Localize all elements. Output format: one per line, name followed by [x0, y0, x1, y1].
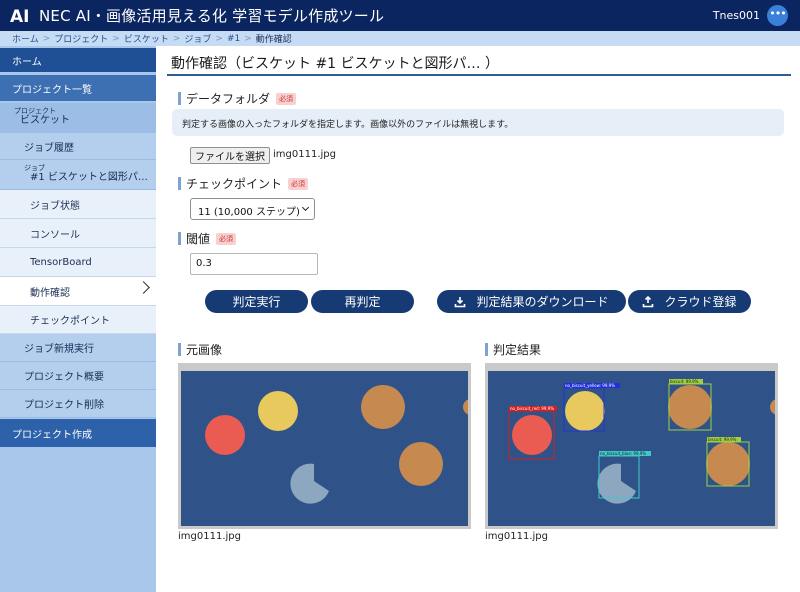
svg-text:biscuit: 99.9%: biscuit: 99.9%: [670, 379, 699, 384]
user-name[interactable]: Tnes001: [713, 9, 760, 22]
sidebar-item-label: ジョブ履歴: [24, 142, 74, 154]
upload-icon: [642, 295, 654, 308]
breadcrumb-jobs[interactable]: ジョブ: [184, 32, 211, 45]
page-title: 動作確認（ビスケット #1 ビスケットと図形パ… ）: [167, 51, 791, 76]
required-badge: 必須: [216, 232, 237, 245]
sidebar-item-label: プロジェクト作成: [12, 429, 92, 441]
checkpoint-selected-value: 11 (10,000 ステップ): [198, 207, 300, 218]
sidebar-item-project-list[interactable]: プロジェクト一覧: [0, 75, 156, 101]
breadcrumb: ホーム > プロジェクト > ビスケット > ジョブ > #1 > 動作確認: [0, 31, 800, 46]
sidebar-item-label: ホーム: [12, 56, 42, 68]
chevron-right-icon: >: [244, 33, 252, 44]
sidebar-item-project-delete[interactable]: プロジェクト削除: [0, 390, 156, 418]
checkpoint-heading: チェックポイント 必須: [178, 175, 309, 192]
sidebar-item-project-create[interactable]: プロジェクト作成: [0, 419, 156, 447]
sidebar-item-console[interactable]: コンソール: [0, 219, 156, 248]
breadcrumb-job[interactable]: #1: [227, 34, 240, 44]
sidebar-item-label: ジョブ新規実行: [24, 344, 94, 355]
download-results-button[interactable]: 判定結果のダウンロード: [437, 290, 626, 313]
chevron-down-icon: [301, 203, 310, 212]
sidebar-item-project[interactable]: プロジェクト ビスケット: [0, 103, 156, 133]
choose-file-button[interactable]: ファイルを選択: [190, 147, 270, 164]
button-label: 判定実行: [232, 295, 281, 309]
sidebar-item-home[interactable]: ホーム: [0, 48, 156, 72]
svg-text:AI: AI: [10, 7, 29, 27]
chevron-right-icon: >: [42, 33, 51, 44]
breadcrumb-project[interactable]: ビスケット: [124, 32, 169, 45]
breadcrumb-home[interactable]: ホーム: [12, 32, 39, 45]
chevron-right-icon: [137, 281, 150, 294]
sidebar-item-label: ジョブ状態: [30, 200, 80, 212]
sidebar-item-label: チェックポイント: [30, 316, 110, 327]
sidebar-item-project-overview[interactable]: プロジェクト概要: [0, 362, 156, 390]
sidebar-item-tensorboard[interactable]: TensorBoard: [0, 248, 156, 277]
sidebar-item-label: 動作確認: [30, 287, 70, 299]
svg-text:biscuit: 99.9%: biscuit: 99.9%: [708, 437, 737, 442]
download-icon: [454, 296, 466, 308]
original-image-caption: img0111.jpg: [178, 531, 241, 542]
original-image-canvas: [181, 371, 468, 526]
checkpoint-label: チェックポイント: [186, 177, 283, 191]
result-image-label: 判定結果: [485, 341, 541, 358]
sidebar-item-job-status[interactable]: ジョブ状態: [0, 190, 156, 219]
sidebar-item-job-history[interactable]: ジョブ履歴: [0, 133, 156, 160]
sidebar-item-caption: ジョブ: [24, 164, 45, 172]
app-header: AI NEC AI・画像活用見える化 学習モデル作成ツール Tnes001 ••…: [0, 0, 800, 31]
sidebar: ホーム プロジェクト一覧 プロジェクト ビスケット ジョブ履歴 ジョブ #1 ビ…: [0, 46, 156, 592]
result-image-caption: img0111.jpg: [485, 531, 548, 542]
threshold-label: 閾値: [186, 232, 211, 246]
result-image: no_biscuit_red: 99.9% no_biscuit_yellow:…: [485, 363, 778, 529]
svg-text:no_biscuit_blue: 99.9%: no_biscuit_blue: 99.9%: [600, 451, 646, 456]
selected-file-name: img0111.jpg: [273, 149, 336, 160]
breadcrumb-current: 動作確認: [255, 35, 292, 45]
app-logo: AI: [9, 5, 31, 27]
sidebar-item-label: ビスケット: [20, 115, 70, 126]
section-label: 元画像: [186, 343, 223, 357]
cloud-register-button[interactable]: クラウド登録: [628, 290, 751, 313]
button-label: 再判定: [344, 295, 381, 309]
sidebar-item-label: プロジェクト概要: [24, 372, 104, 383]
section-label: 判定結果: [493, 343, 542, 357]
sidebar-item-label: TensorBoard: [30, 256, 92, 268]
original-image-label: 元画像: [178, 341, 222, 358]
threshold-input[interactable]: 0.3: [190, 253, 318, 275]
breadcrumb-projects[interactable]: プロジェクト: [54, 32, 108, 45]
sidebar-item-verification[interactable]: 動作確認: [0, 277, 156, 306]
ellipsis-icon: •••: [769, 7, 786, 20]
chevron-right-icon: >: [172, 33, 181, 44]
result-image-canvas: no_biscuit_red: 99.9% no_biscuit_yellow:…: [488, 371, 775, 526]
menu-button[interactable]: •••: [767, 5, 788, 26]
app-title: NEC AI・画像活用見える化 学習モデル作成ツール: [39, 7, 385, 25]
sidebar-item-label: プロジェクト一覧: [12, 84, 92, 96]
threshold-heading: 閾値 必須: [178, 230, 237, 247]
sidebar-item-label: #1 ビスケットと図形パ…: [30, 172, 148, 183]
checkpoint-select[interactable]: 11 (10,000 ステップ): [190, 198, 315, 220]
required-badge: 必須: [288, 177, 309, 190]
sidebar-item-job[interactable]: ジョブ #1 ビスケットと図形パ…: [0, 160, 156, 190]
svg-text:no_biscuit_yellow: 99.9%: no_biscuit_yellow: 99.9%: [565, 383, 615, 388]
chevron-right-icon: >: [215, 33, 223, 44]
data-folder-hint: 判定する画像の入ったフォルダを指定します。画像以外のファイルは無視します。: [172, 109, 784, 136]
sidebar-item-new-job[interactable]: ジョブ新規実行: [0, 334, 156, 362]
required-badge: 必須: [276, 92, 297, 105]
sidebar-item-checkpoint[interactable]: チェックポイント: [0, 306, 156, 334]
data-folder-label: データフォルダ: [186, 92, 271, 106]
chevron-right-icon: >: [112, 33, 120, 44]
data-folder-heading: データフォルダ 必須: [178, 90, 297, 107]
sidebar-item-caption: プロジェクト: [14, 107, 56, 115]
rerun-judgement-button[interactable]: 再判定: [311, 290, 414, 313]
run-judgement-button[interactable]: 判定実行: [205, 290, 308, 313]
svg-text:no_biscuit_red: 99.9%: no_biscuit_red: 99.9%: [510, 406, 554, 411]
original-image: [178, 363, 471, 529]
sidebar-item-label: プロジェクト削除: [24, 400, 104, 411]
button-label: 判定結果のダウンロード: [476, 295, 609, 309]
button-label: クラウド登録: [664, 295, 737, 309]
sidebar-item-label: コンソール: [30, 229, 80, 241]
